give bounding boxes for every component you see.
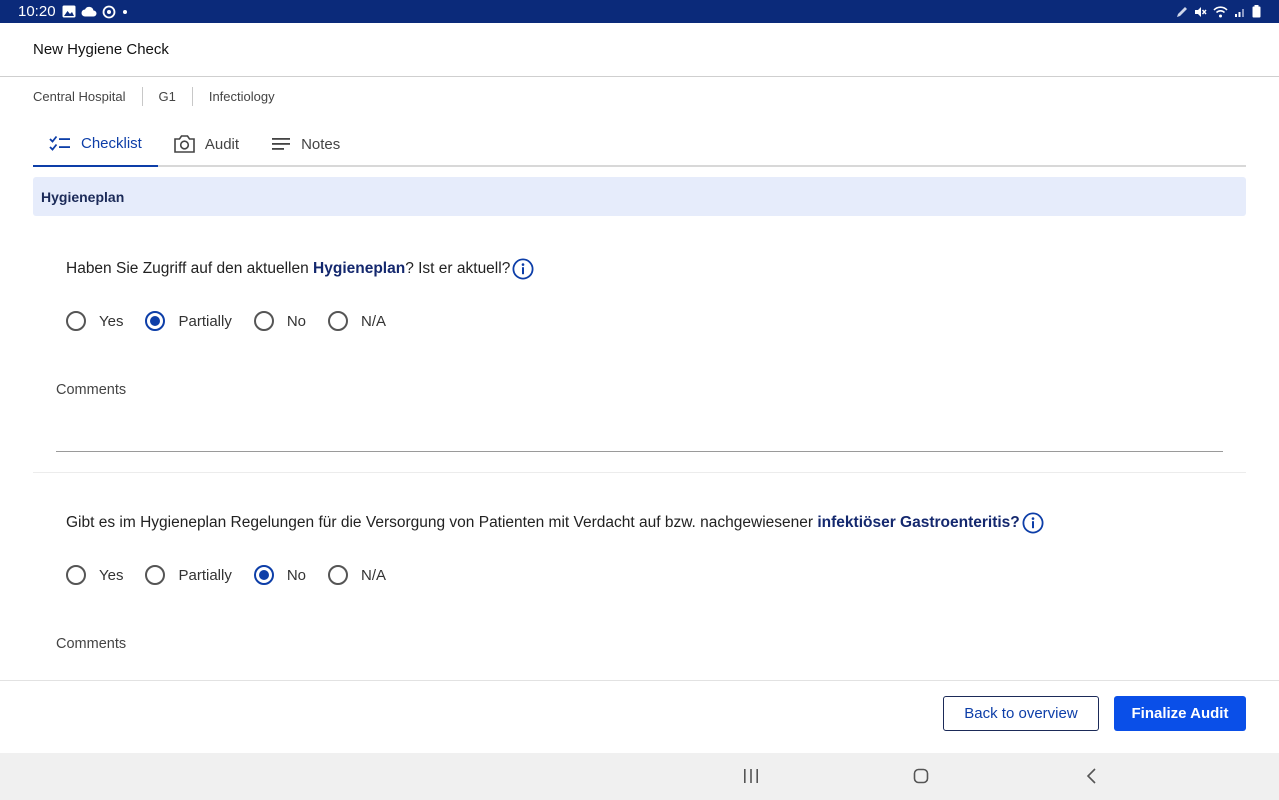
comments-label: Comments [56, 382, 127, 398]
radio-circle [145, 311, 166, 331]
breadcrumb-department: Infectiology [208, 88, 275, 104]
question-1: Haben Sie Zugriff auf den aktuellen Hygi… [66, 258, 534, 280]
mute-icon [1195, 6, 1207, 17]
finalize-audit-button[interactable]: Finalize Audit [1114, 696, 1246, 731]
question-text: ? Ist er aktuell? [405, 260, 511, 277]
radio-label: N/A [361, 566, 387, 584]
question-keyword: Hygieneplan [313, 260, 406, 277]
radio-circle [253, 311, 274, 331]
radio-label: Partially [178, 312, 232, 330]
radio-circle [253, 565, 274, 585]
dot-icon [122, 9, 127, 14]
radio-na[interactable]: N/A [328, 565, 386, 585]
app-bar: New Hygiene Check [0, 23, 1279, 77]
camera-icon [174, 135, 195, 153]
question-divider [33, 472, 1246, 473]
radio-label: No [286, 312, 307, 330]
radio-na[interactable]: N/A [328, 311, 386, 331]
question-2: Gibt es im Hygieneplan Regelungen für di… [66, 512, 1044, 534]
tab-checklist[interactable]: Checklist [33, 121, 158, 167]
battery-icon [1252, 5, 1261, 18]
breadcrumb-hospital: Central Hospital [33, 88, 126, 104]
radio-partially[interactable]: Partially [145, 565, 232, 585]
signal-icon [1235, 8, 1244, 17]
info-icon[interactable] [1022, 512, 1044, 534]
back-to-overview-button[interactable]: Back to overview [943, 696, 1099, 731]
radio-group-2: Yes Partially No N/A [66, 565, 408, 585]
comments-label: Comments [56, 636, 127, 652]
tab-notes-label: Notes [301, 135, 341, 153]
system-nav-bar [0, 753, 1279, 800]
comments-field[interactable] [56, 422, 1223, 452]
radio-no[interactable]: No [253, 311, 307, 331]
radio-label: No [286, 566, 307, 584]
radio-yes[interactable]: Yes [66, 565, 123, 585]
back-icon[interactable] [1082, 767, 1102, 785]
image-icon [62, 5, 76, 18]
radio-label: N/A [361, 312, 387, 330]
breadcrumb-separator [141, 86, 143, 106]
tab-checklist-label: Checklist [81, 134, 142, 152]
section-header: Hygieneplan [33, 177, 1246, 216]
wifi-icon [1213, 5, 1228, 17]
tab-audit-label: Audit [204, 135, 240, 153]
radio-no[interactable]: No [253, 565, 307, 585]
radio-circle [328, 311, 349, 331]
status-bar: 10:20 [0, 0, 1279, 23]
radio-label: Partially [178, 566, 232, 584]
pen-icon [1177, 6, 1187, 17]
radio-label: Yes [99, 566, 124, 584]
radio-circle [66, 565, 86, 585]
recents-icon[interactable] [741, 767, 761, 785]
question-text: Haben Sie Zugriff auf den aktuellen [66, 260, 314, 277]
breadcrumb: Central Hospital G1 Infectiology [33, 86, 275, 106]
tab-bar: Checklist Audit Notes [33, 121, 1246, 167]
tab-notes[interactable]: Notes [255, 121, 356, 167]
radio-circle [328, 565, 349, 585]
radio-yes[interactable]: Yes [66, 311, 123, 331]
status-time: 10:20 [18, 3, 56, 20]
question-keyword: infektiöser Gastroenteritis? [817, 514, 1020, 531]
tab-audit[interactable]: Audit [158, 121, 255, 167]
cloud-icon [81, 6, 97, 17]
page-title: New Hygiene Check [33, 41, 169, 58]
breadcrumb-separator [191, 86, 193, 106]
breadcrumb-ward: G1 [158, 88, 176, 104]
info-icon[interactable] [512, 258, 534, 280]
notes-icon [271, 137, 291, 151]
radio-circle [145, 565, 166, 585]
section-title: Hygieneplan [41, 188, 125, 205]
radio-group-1: Yes Partially No N/A [66, 311, 408, 331]
sync-icon [102, 5, 115, 18]
radio-partially[interactable]: Partially [145, 311, 232, 331]
home-icon[interactable] [911, 767, 931, 785]
radio-circle [66, 311, 86, 331]
radio-label: Yes [99, 312, 124, 330]
question-text: Gibt es im Hygieneplan Regelungen für di… [66, 514, 818, 531]
checklist-icon [49, 135, 71, 151]
